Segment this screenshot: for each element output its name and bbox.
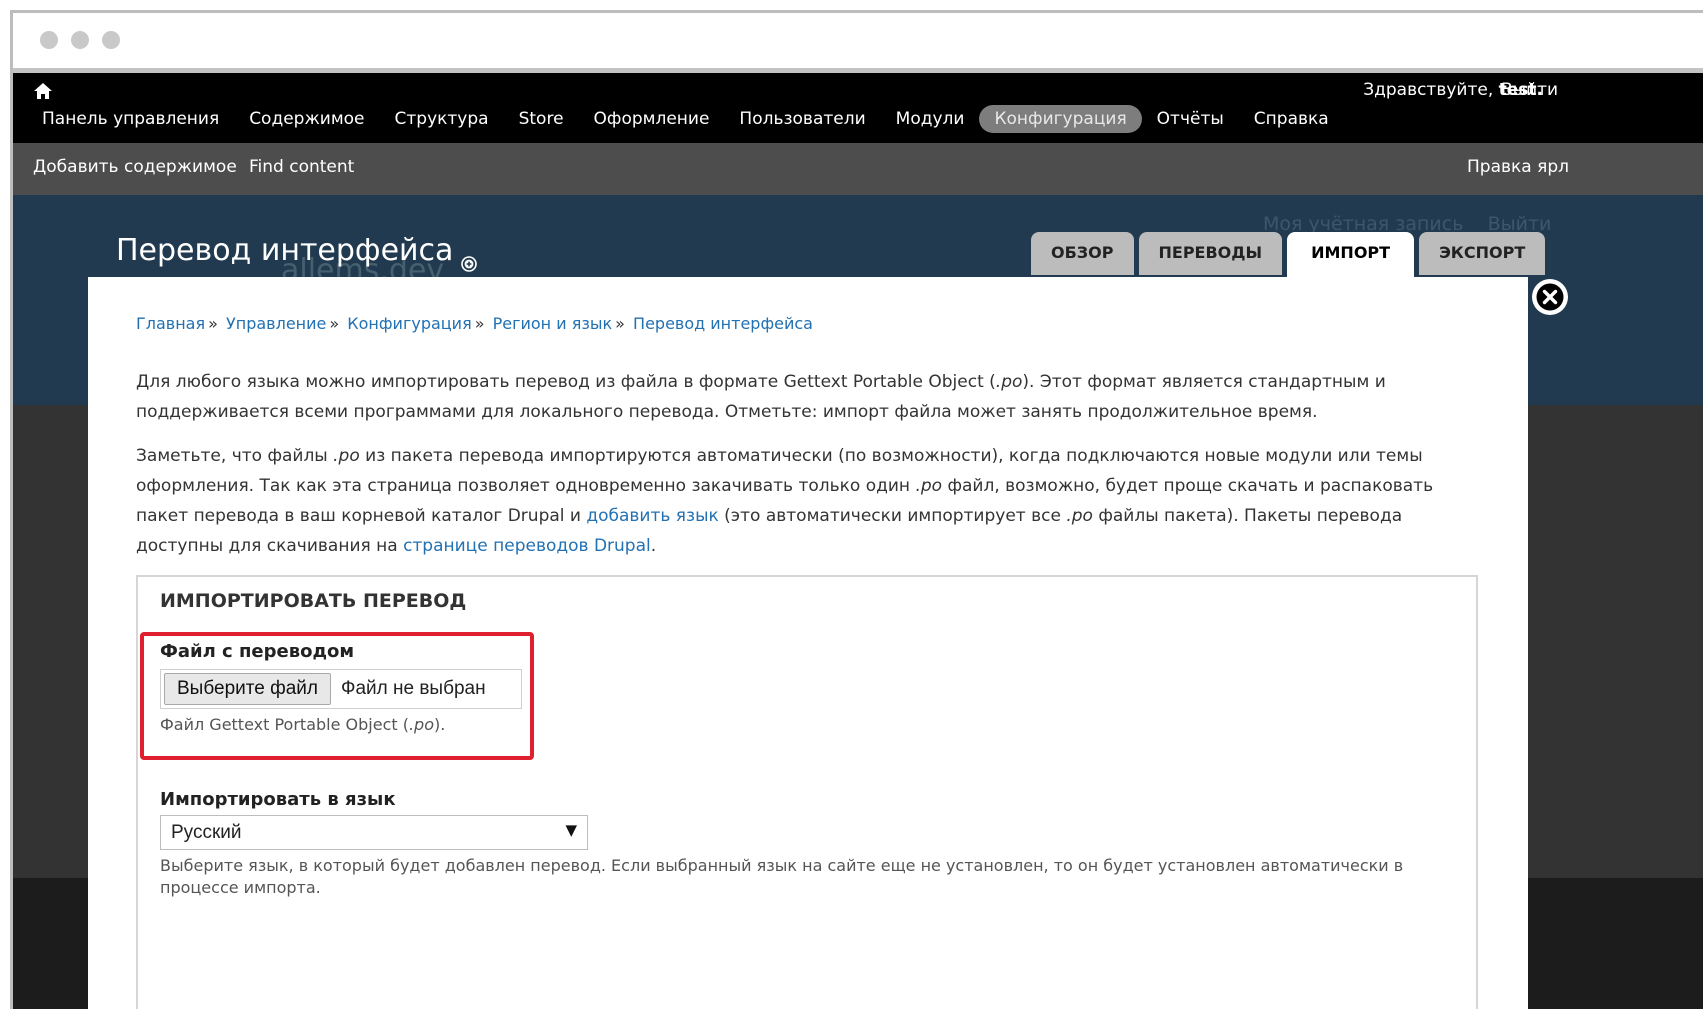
admin-toolbar: Здравствуйте, test. Выйти Панель управле… [13, 73, 1703, 143]
file-field-description: Файл Gettext Portable Object (.po). [160, 715, 445, 734]
breadcrumb-home[interactable]: Главная [136, 314, 205, 333]
breadcrumb-separator: » [615, 314, 625, 333]
file-extension: .po [995, 372, 1023, 392]
edit-shortcuts-link[interactable]: Правка ярл [1467, 157, 1569, 177]
menu-item-reports[interactable]: Отчёты [1142, 105, 1239, 133]
menu-item-people[interactable]: Пользователи [724, 105, 880, 133]
breadcrumb-configuration[interactable]: Конфигурация [347, 314, 471, 333]
menu-item-dashboard[interactable]: Панель управления [27, 105, 234, 133]
menu-item-content[interactable]: Содержимое [234, 105, 379, 133]
tab-import[interactable]: ИМПОРТ [1287, 232, 1415, 278]
file-extension: .po [915, 476, 943, 496]
file-status: Файл не выбран [341, 678, 486, 699]
dropdown-arrow-icon: ▼ [565, 821, 577, 839]
browser-window: Здравствуйте, test. Выйти Панель управле… [10, 10, 1703, 1009]
breadcrumb-translate-interface[interactable]: Перевод интерфейса [633, 314, 813, 333]
overlay-content: Главная» Управление» Конфигурация» Регио… [88, 277, 1528, 1009]
page-title: Перевод интерфейса [116, 233, 454, 268]
menu-item-help[interactable]: Справка [1239, 105, 1344, 133]
page-tabs: ОБЗОР ПЕРЕВОДЫ ИМПОРТ ЭКСПОРТ [1031, 232, 1550, 278]
menu-item-modules[interactable]: Модули [881, 105, 980, 133]
tab-overview[interactable]: ОБЗОР [1031, 232, 1134, 275]
menu-item-structure[interactable]: Структура [380, 105, 504, 133]
menu-item-appearance[interactable]: Оформление [579, 105, 725, 133]
shortcut-find-content[interactable]: Find content [249, 157, 354, 177]
fieldset-legend: ИМПОРТИРОВАТЬ ПЕРЕВОД [160, 590, 467, 612]
add-language-link[interactable]: добавить язык [586, 506, 718, 526]
window-close-dot[interactable] [40, 31, 58, 49]
description-text: ). [434, 715, 446, 734]
file-field-label: Файл с переводом [160, 641, 355, 662]
breadcrumb-separator: » [329, 314, 340, 333]
home-icon[interactable] [33, 81, 53, 101]
add-shortcut-icon[interactable] [461, 256, 477, 272]
intro-text: . [650, 536, 657, 556]
shortcuts-bar: Добавить содержимое Find content Правка … [13, 143, 1703, 195]
choose-file-button[interactable]: Выберите файл [164, 673, 331, 705]
language-select-value: Русский [171, 822, 242, 843]
greeting-text: Здравствуйте, [1363, 80, 1494, 100]
window-maximize-dot[interactable] [102, 31, 120, 49]
shortcut-add-content[interactable]: Добавить содержимое [33, 157, 237, 177]
breadcrumb: Главная» Управление» Конфигурация» Регио… [136, 314, 813, 333]
window-titlebar [13, 13, 1703, 73]
breadcrumb-separator: » [474, 314, 485, 333]
drupal-translations-link[interactable]: странице переводов Drupal [403, 536, 651, 556]
description-text: Файл Gettext Portable Object ( [160, 715, 409, 734]
language-field-description: Выберите язык, в который будет добавлен … [160, 856, 1404, 897]
file-input[interactable]: Выберите файл Файл не выбран [160, 669, 522, 709]
intro-paragraph-1: Для любого языка можно импортировать пер… [136, 367, 1481, 427]
logout-link[interactable]: Выйти [1501, 80, 1558, 100]
admin-menu: Панель управления Содержимое Структура S… [27, 105, 1344, 133]
intro-text: Заметьте, что файлы [136, 446, 334, 466]
intro-text: Для любого языка можно импортировать пер… [136, 372, 996, 392]
language-select[interactable]: Русский ▼ [160, 815, 588, 850]
window-minimize-dot[interactable] [71, 31, 89, 49]
import-fieldset: ИМПОРТИРОВАТЬ ПЕРЕВОД Файл с переводом В… [136, 575, 1478, 1009]
intro-text: (это автоматически импортирует все [718, 506, 1067, 526]
tab-translations[interactable]: ПЕРЕВОДЫ [1138, 232, 1283, 275]
breadcrumb-separator: » [208, 314, 218, 333]
menu-item-store[interactable]: Store [504, 105, 579, 133]
breadcrumb-administration[interactable]: Управление [226, 314, 326, 333]
menu-item-configuration[interactable]: Конфигурация [979, 105, 1142, 133]
tab-export[interactable]: ЭКСПОРТ [1419, 232, 1546, 275]
language-field-label: Импортировать в язык [160, 789, 396, 810]
file-extension: .po [333, 446, 360, 466]
file-extension: .po [1066, 506, 1093, 526]
close-overlay-icon[interactable] [1531, 278, 1569, 316]
intro-paragraph-2: Заметьте, что файлы .po из пакета перево… [136, 441, 1481, 561]
file-extension: .po [408, 715, 434, 734]
breadcrumb-region-language[interactable]: Регион и язык [493, 314, 613, 333]
